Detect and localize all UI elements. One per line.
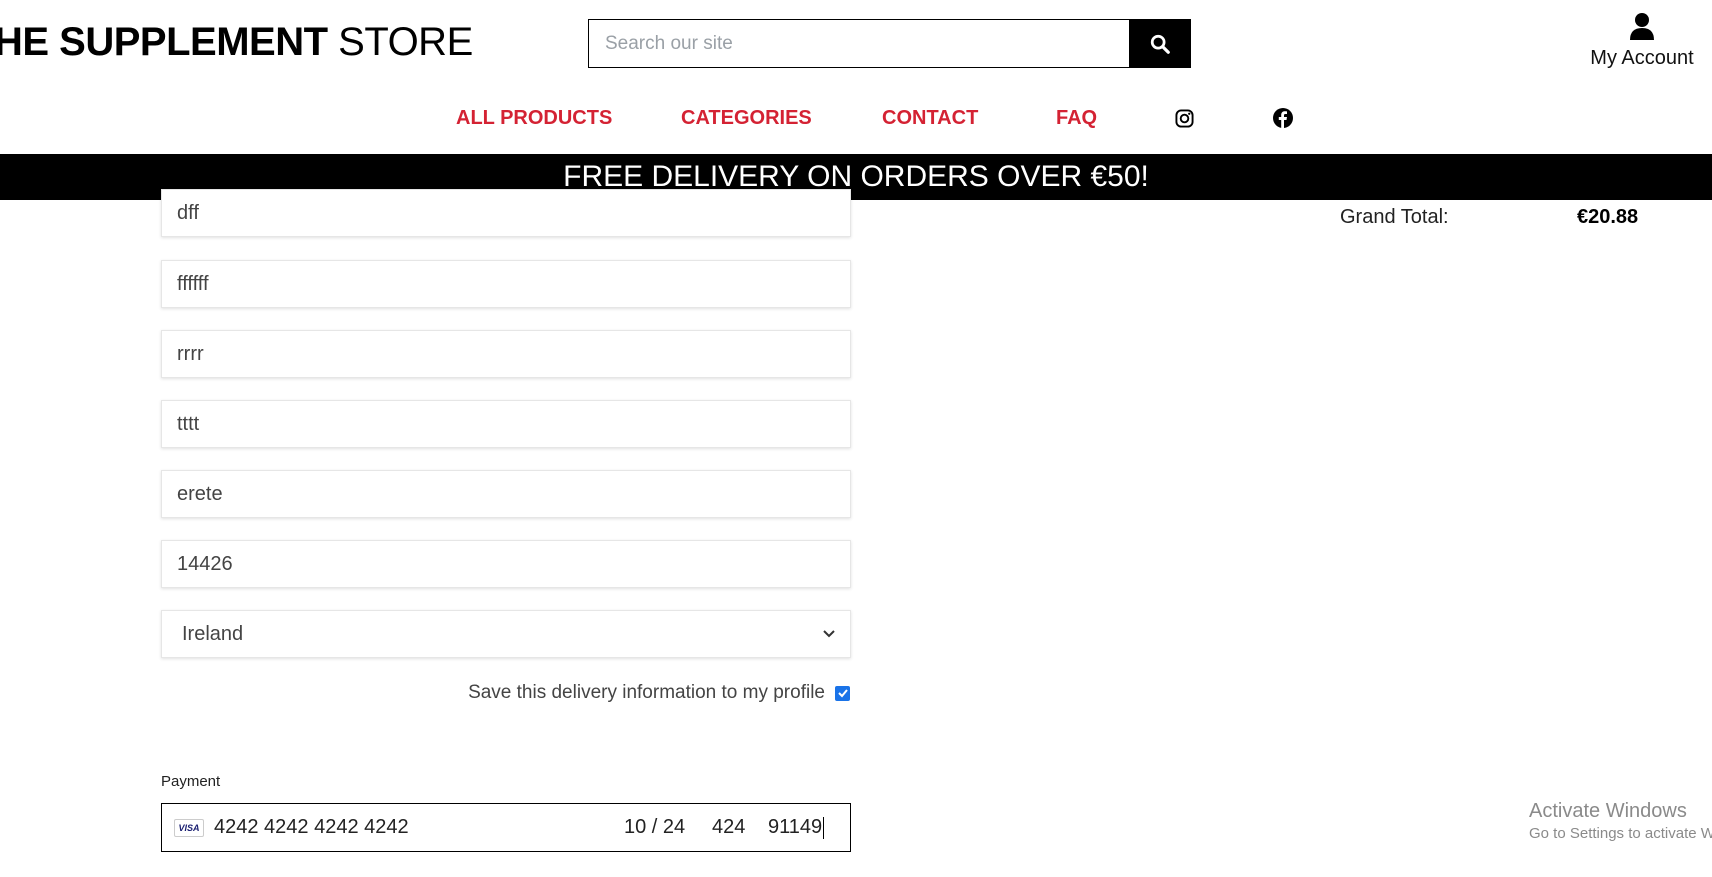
- activate-windows-title: Activate Windows: [1529, 800, 1687, 822]
- card-postal-value: 91149: [768, 816, 823, 838]
- search-icon: [1150, 34, 1170, 54]
- my-account-link[interactable]: My Account: [1580, 12, 1704, 70]
- address-field-4[interactable]: [161, 400, 851, 448]
- delivery-input-2[interactable]: [162, 261, 850, 307]
- activate-windows-subtitle: Go to Settings to activate Windows.: [1529, 825, 1712, 842]
- user-icon: [1630, 13, 1654, 40]
- grand-total-value: €20.88: [1577, 206, 1639, 228]
- nav-categories[interactable]: CATEGORIES: [681, 107, 812, 130]
- address-field-5[interactable]: [161, 470, 851, 518]
- facebook-icon[interactable]: [1273, 108, 1293, 133]
- site-logo[interactable]: HE SUPPLEMENT STORE: [0, 20, 473, 65]
- postcode-field[interactable]: [161, 540, 851, 588]
- address-field-1[interactable]: [161, 189, 851, 237]
- save-info-row: Save this delivery information to my pro…: [161, 682, 851, 704]
- activate-windows-watermark: Activate Windows Go to Settings to activ…: [1529, 800, 1712, 842]
- country-select[interactable]: Ireland: [161, 610, 851, 658]
- visa-card-icon: VISA: [174, 818, 204, 837]
- save-info-checkbox[interactable]: [835, 685, 850, 701]
- checkmark-icon: [837, 689, 848, 698]
- logo-regular-text: STORE: [338, 20, 473, 64]
- save-info-label: Save this delivery information to my pro…: [468, 682, 825, 703]
- delivery-input-4[interactable]: [162, 401, 850, 447]
- card-postal-input[interactable]: 91149: [768, 816, 825, 839]
- delivery-input-1[interactable]: [162, 190, 850, 236]
- grand-total-label: Grand Total:: [1340, 206, 1449, 228]
- instagram-icon[interactable]: [1175, 109, 1194, 133]
- nav-contact[interactable]: CONTACT: [882, 107, 978, 130]
- delivery-input-5[interactable]: [162, 471, 850, 517]
- nav-faq[interactable]: FAQ: [1056, 107, 1097, 130]
- address-field-3[interactable]: [161, 330, 851, 378]
- postcode-input[interactable]: [162, 541, 850, 587]
- main-nav: ALL PRODUCTS CATEGORIES CONTACT FAQ: [0, 107, 1712, 133]
- card-element[interactable]: VISA 4242 4242 4242 4242 10 / 24 424 911…: [161, 803, 851, 852]
- country-select-value: Ireland: [182, 622, 244, 645]
- payment-label: Payment: [161, 773, 221, 790]
- search-input[interactable]: [589, 20, 1129, 67]
- card-number-input[interactable]: 4242 4242 4242 4242: [214, 816, 409, 839]
- logo-bold-text: HE SUPPLEMENT: [0, 20, 328, 64]
- search-button[interactable]: [1129, 20, 1190, 67]
- card-expiry-input[interactable]: 10 / 24: [624, 816, 685, 839]
- my-account-label: My Account: [1590, 47, 1694, 69]
- delivery-input-3[interactable]: [162, 331, 850, 377]
- address-field-2[interactable]: [161, 260, 851, 308]
- card-cvc-input[interactable]: 424: [712, 816, 745, 839]
- chevron-down-icon: [823, 630, 835, 638]
- nav-all-products[interactable]: ALL PRODUCTS: [456, 107, 612, 130]
- search-bar: [588, 19, 1191, 68]
- text-caret: [823, 816, 825, 839]
